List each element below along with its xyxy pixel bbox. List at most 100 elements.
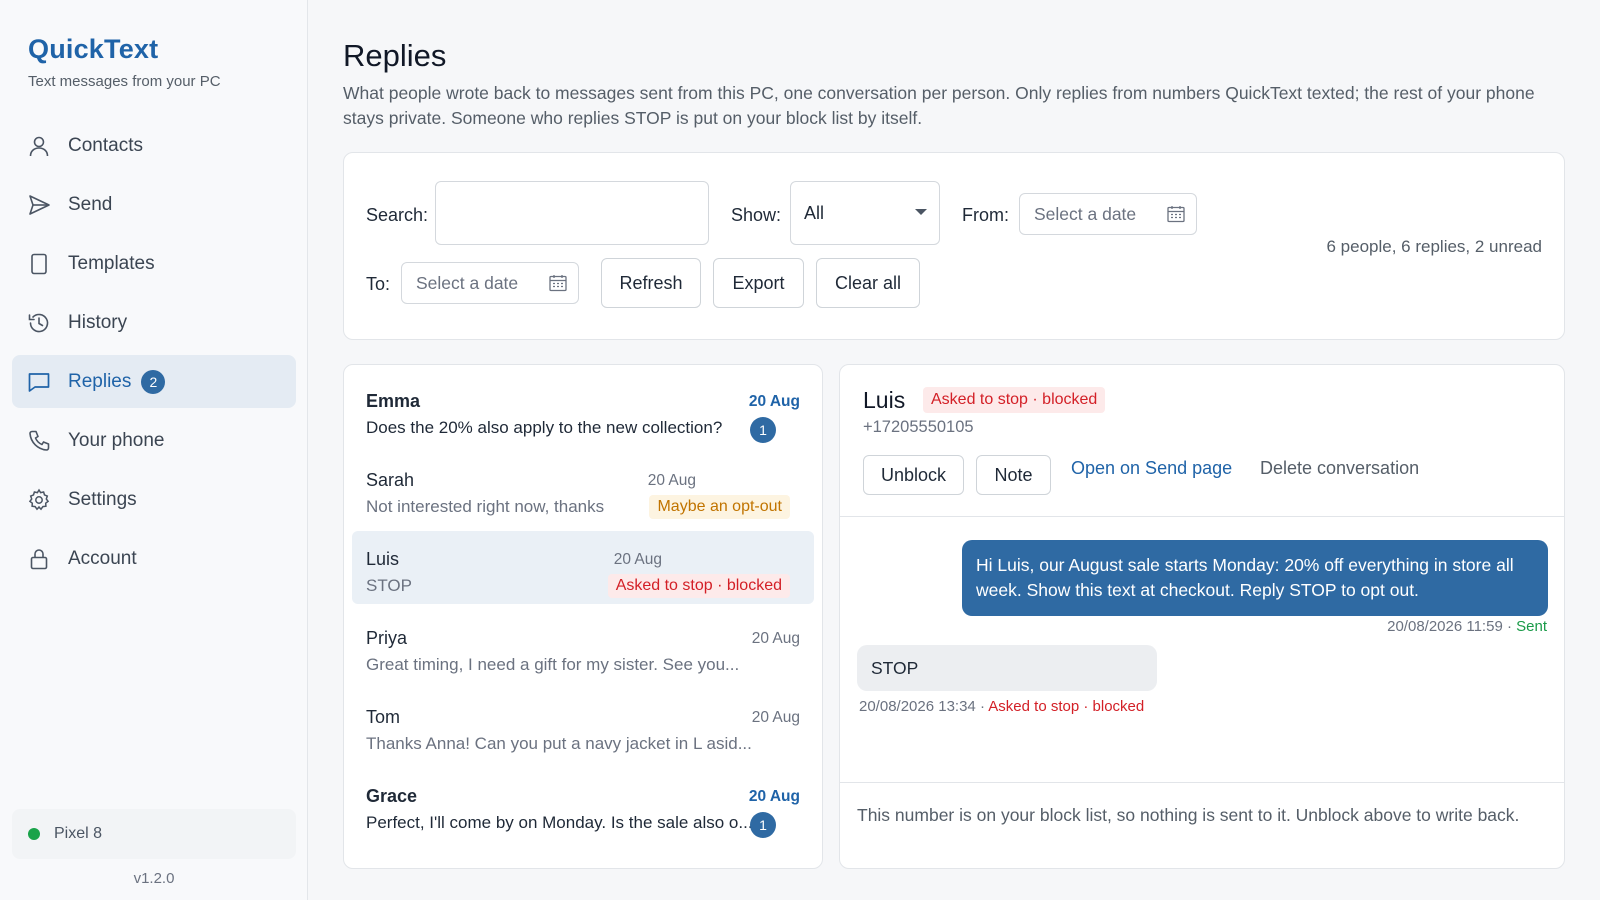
show-label: Show: [731,205,782,225]
sidebar-item-account[interactable]: Account [12,532,296,585]
conversation-date: 20 Aug [751,630,800,647]
person-icon [26,133,52,159]
note-button[interactable]: Note [976,455,1051,495]
conversation-item-emma[interactable]: Emma Does the 20% also apply to the new … [352,373,814,446]
sidebar-item-replies[interactable]: Replies 2 [12,355,296,408]
conversation-detail: Luis Asked to stop · blocked +1720555010… [839,364,1565,869]
send-icon [26,192,52,218]
meta-separator: · [1502,618,1517,635]
main-content: Replies What people wrote back to messag… [308,0,1600,900]
history-icon [26,310,52,336]
refresh-button[interactable]: Refresh [601,258,701,308]
unread-badge: 2 [141,369,166,394]
incoming-message-meta: 20/08/2026 13:34 · Asked to stop · block… [859,698,1144,715]
calendar-icon [548,273,568,298]
clear-all-button[interactable]: Clear all [816,258,920,308]
sidebar-item-contacts[interactable]: Contacts [12,119,296,172]
phone-icon [26,428,52,454]
blocked-notice: This number is on your block list, so no… [840,782,1564,868]
page-description: What people wrote back to messages sent … [343,83,1535,128]
app-title: QuickText [28,34,159,64]
gear-icon [26,487,52,513]
conversation-preview: Thanks Anna! Can you put a navy jacket i… [366,734,752,753]
conversation-preview: Great timing, I need a gift for my siste… [366,655,740,674]
contact-phone: +17205550105 [863,418,974,436]
show-select[interactable]: All [790,181,940,245]
contact-name: Luis [863,387,906,413]
incoming-message-bubble: STOP [857,645,1157,691]
results-summary: 6 people, 6 replies, 2 unread [1326,237,1543,256]
show-select-value: All [804,202,825,223]
message-status: Sent [1516,618,1547,635]
conversation-date: 20 Aug [647,472,696,489]
message-timestamp: 20/08/2026 11:59 [1387,618,1503,635]
conversation-name: Grace [366,786,418,806]
unblock-button[interactable]: Unblock [863,455,964,495]
app-window: QuickText Text messages from your PC Con… [0,0,1600,900]
open-send-page-link[interactable]: Open on Send page [1071,458,1232,479]
conversation-date: 20 Aug [748,393,800,410]
search-label: Search: [366,205,429,225]
message-thread: Hi Luis, our August sale starts Monday: … [840,518,1564,782]
sidebar-item-label: Your phone [68,429,165,451]
sidebar-item-label: Templates [68,252,155,274]
opt-out-warning-tag: Maybe an opt-out [649,495,790,519]
conversation-item-sarah[interactable]: Sarah Not interested right now, thanks 2… [352,452,814,525]
conversation-preview: Not interested right now, thanks [366,497,605,516]
calendar-icon [1166,204,1186,229]
sidebar-item-label: History [68,311,128,333]
conversation-date: 20 Aug [613,551,662,568]
message-status: Asked to stop · blocked [988,698,1145,715]
unread-count-badge: 1 [750,417,776,443]
sidebar-item-settings[interactable]: Settings [12,473,296,526]
sidebar-item-label: Settings [68,488,137,510]
chevron-down-icon [915,209,927,215]
conversation-item-luis[interactable]: Luis STOP 20 Aug Asked to stop · blocked [352,531,814,604]
to-date-picker[interactable]: Select a date [401,262,579,304]
device-name: Pixel 8 [54,825,103,842]
lock-icon [26,546,52,572]
conversation-item-priya[interactable]: Priya Great timing, I need a gift for my… [352,610,814,683]
brand: QuickText Text messages from your PC [28,34,221,90]
sidebar: QuickText Text messages from your PC Con… [0,0,308,900]
sidebar-item-label: Contacts [68,134,143,156]
outgoing-message-meta: 20/08/2026 11:59 · Sent [1387,618,1547,635]
from-date-placeholder: Select a date [1034,203,1137,224]
sidebar-item-label: Account [68,547,137,569]
search-input[interactable] [435,181,709,245]
message-timestamp: 20/08/2026 13:34 [859,698,976,715]
connected-dot [28,828,40,840]
delete-conversation-link[interactable]: Delete conversation [1260,458,1419,479]
sidebar-item-templates[interactable]: Templates [12,237,296,290]
template-icon [26,251,52,277]
blocked-tag: Asked to stop · blocked [607,574,790,598]
to-label: To: [366,274,391,294]
conversation-item-tom[interactable]: Tom Thanks Anna! Can you put a navy jack… [352,689,814,762]
from-date-picker[interactable]: Select a date [1019,193,1197,235]
to-date-placeholder: Select a date [416,272,519,293]
sidebar-item-label: Replies [68,370,132,392]
conversation-preview: Perfect, I'll come by on Monday. Is the … [366,813,753,832]
conversation-name: Tom [366,707,401,727]
app-version: v1.2.0 [133,870,175,887]
sidebar-item-label: Send [68,193,113,215]
meta-separator: · [975,698,989,715]
chat-icon [26,369,52,395]
conversation-name: Emma [366,391,421,411]
detail-header: Luis Asked to stop · blocked +1720555010… [840,365,1564,517]
conversation-preview: STOP [366,576,412,595]
unread-count-badge: 1 [750,812,776,838]
conversation-list: Emma Does the 20% also apply to the new … [343,364,823,869]
export-button[interactable]: Export [713,258,804,308]
conversation-item-grace[interactable]: Grace Perfect, I'll come by on Monday. I… [352,768,814,841]
conversation-preview: Does the 20% also apply to the new colle… [366,418,723,437]
from-label: From: [962,205,1009,225]
conversation-date: 20 Aug [751,709,800,726]
blocked-tag: Asked to stop · blocked [923,387,1106,413]
sidebar-item-send[interactable]: Send [12,178,296,231]
sidebar-item-your-phone[interactable]: Your phone [12,414,296,467]
outgoing-message-bubble: Hi Luis, our August sale starts Monday: … [962,540,1548,616]
conversation-name: Luis [366,549,400,569]
sidebar-item-history[interactable]: History [12,296,296,349]
filter-panel: Search: Show: All From: Select a date 6 … [343,152,1565,340]
